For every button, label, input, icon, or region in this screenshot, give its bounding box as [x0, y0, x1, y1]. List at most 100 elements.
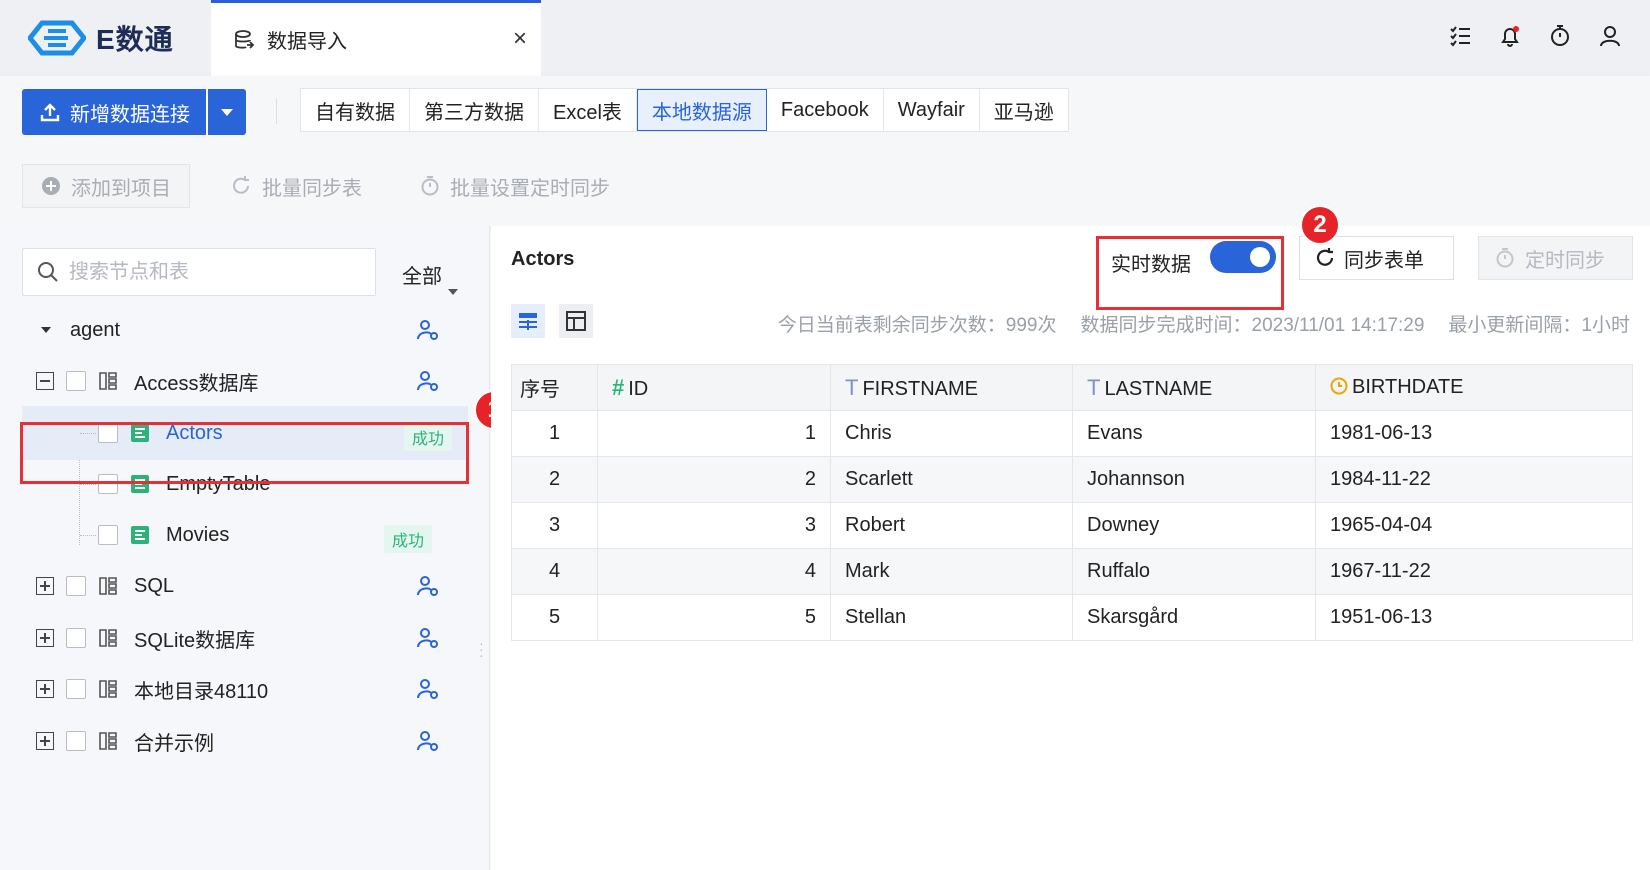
number-type-icon: #	[612, 374, 625, 400]
table-cell[interactable]: 4	[511, 548, 598, 595]
table-row[interactable]: 5 5 Stellan Skarsgård 1951-06-13	[511, 594, 1633, 641]
column-header-index[interactable]: 序号	[511, 364, 598, 411]
tree-node-sql[interactable]: SQL	[0, 559, 470, 613]
data-table: 序号 # ID T FIRSTNAME T LASTNAME BIRTHDATE 11…	[511, 364, 1633, 641]
table-row[interactable]: 3 3 Robert Downey 1965-04-04	[511, 502, 1633, 549]
table-cell[interactable]: Stellan	[830, 594, 1073, 641]
column-header-firstname[interactable]: T FIRSTNAME	[830, 364, 1073, 411]
checkbox[interactable]	[66, 679, 86, 699]
table-cell[interactable]: 1984-11-22	[1315, 456, 1633, 503]
table-cell[interactable]: Downey	[1072, 502, 1316, 549]
table-cell[interactable]: Scarlett	[830, 456, 1073, 503]
expand-icon[interactable]	[36, 732, 54, 750]
expand-icon[interactable]	[36, 680, 54, 698]
resize-handle[interactable]: · · ·	[479, 636, 484, 662]
add-connection-dropdown[interactable]	[208, 89, 246, 135]
table-cell[interactable]: Skarsgård	[1072, 594, 1316, 641]
table-cell[interactable]: 3	[511, 502, 598, 549]
table-cell[interactable]: Ruffalo	[1072, 548, 1316, 595]
user-icon[interactable]	[1598, 24, 1622, 48]
app-logo[interactable]: E数通	[28, 18, 174, 58]
table-cell[interactable]: Robert	[830, 502, 1073, 549]
tree-node-access[interactable]: Access数据库	[0, 354, 470, 408]
table-cell[interactable]: 3	[597, 502, 831, 549]
tree-node-sqlite[interactable]: SQLite数据库	[0, 611, 470, 665]
user-settings-icon[interactable]	[416, 574, 440, 598]
table-cell[interactable]: 1967-11-22	[1315, 548, 1633, 595]
checkbox[interactable]	[98, 525, 118, 545]
expand-icon[interactable]	[36, 629, 54, 647]
source-tab[interactable]: Wayfair	[884, 89, 980, 131]
add-to-project-button[interactable]: 添加到项目	[22, 164, 190, 208]
table-cell[interactable]: 1951-06-13	[1315, 594, 1633, 641]
tree-node-movies[interactable]: Movies 成功	[0, 508, 470, 562]
batch-schedule-button[interactable]: 批量设置定时同步	[420, 164, 610, 208]
search-box[interactable]	[22, 248, 376, 296]
sync-meta: 今日当前表剩余同步次数：999次 数据同步完成时间：2023/11/01 14:…	[778, 310, 1630, 337]
timer-icon[interactable]	[1548, 24, 1572, 48]
view-table-button[interactable]	[559, 304, 593, 338]
table-cell[interactable]: 2	[597, 456, 831, 503]
upload-icon	[40, 103, 60, 122]
user-settings-icon[interactable]	[416, 677, 440, 701]
add-to-project-label: 添加到项目	[71, 177, 171, 200]
table-row[interactable]: 2 2 Scarlett Johannson 1984-11-22	[511, 456, 1633, 503]
expand-icon[interactable]	[36, 577, 54, 595]
task-list-icon[interactable]	[1448, 24, 1472, 48]
tree-root-agent[interactable]: agent	[0, 303, 470, 357]
filter-dropdown[interactable]: 全部	[402, 260, 458, 295]
table-cell[interactable]: 1981-06-13	[1315, 410, 1633, 457]
view-form-button[interactable]	[511, 304, 545, 338]
tab-data-import[interactable]: 数据导入 ×	[211, 0, 541, 76]
annotation-box-2	[1096, 236, 1284, 310]
refresh-icon	[233, 176, 249, 194]
source-tab[interactable]: 本地数据源	[636, 89, 767, 131]
table-row[interactable]: 1 1 Chris Evans 1981-06-13	[511, 410, 1633, 457]
checkbox[interactable]	[66, 628, 86, 648]
add-connection-main[interactable]: 新增数据连接	[22, 89, 208, 135]
table-row[interactable]: 4 4 Mark Ruffalo 1967-11-22	[511, 548, 1633, 595]
checkbox[interactable]	[66, 576, 86, 596]
source-tab[interactable]: 第三方数据	[410, 89, 539, 131]
tree-node-merge-example[interactable]: 合并示例	[0, 714, 470, 768]
table-cell[interactable]: 5	[511, 594, 598, 641]
checkbox[interactable]	[66, 371, 86, 391]
source-tab[interactable]: Excel表	[539, 89, 637, 131]
batch-sync-button[interactable]: 批量同步表	[230, 164, 362, 208]
table-cell[interactable]: Evans	[1072, 410, 1316, 457]
add-connection-button[interactable]: 新增数据连接	[22, 89, 246, 135]
source-tab[interactable]: 自有数据	[301, 89, 410, 131]
column-header-birthdate[interactable]: BIRTHDATE	[1315, 364, 1633, 411]
database-icon	[99, 732, 117, 750]
bell-icon[interactable]	[1498, 24, 1522, 48]
table-cell[interactable]: Johannson	[1072, 456, 1316, 503]
checkbox[interactable]	[66, 731, 86, 751]
table-cell[interactable]: 1965-04-04	[1315, 502, 1633, 549]
user-settings-icon[interactable]	[416, 318, 440, 342]
collapse-icon[interactable]	[36, 372, 54, 390]
database-icon	[99, 577, 117, 595]
table-cell[interactable]: 1	[511, 410, 598, 457]
table-cell[interactable]: Chris	[830, 410, 1073, 457]
form-view-icon	[519, 313, 537, 330]
close-icon[interactable]: ×	[513, 25, 527, 53]
user-settings-icon[interactable]	[416, 729, 440, 753]
tree-node-local-dir[interactable]: 本地目录48110	[0, 662, 470, 716]
scheduled-sync-button[interactable]: 定时同步	[1478, 236, 1633, 280]
table-cell[interactable]: 4	[597, 548, 831, 595]
table-cell[interactable]: Mark	[830, 548, 1073, 595]
table-header-row: 序号 # ID T FIRSTNAME T LASTNAME BIRTHDATE	[511, 364, 1633, 411]
table-cell[interactable]: 1	[597, 410, 831, 457]
search-input[interactable]	[69, 260, 359, 284]
top-icons	[1448, 24, 1622, 48]
user-settings-icon[interactable]	[416, 369, 440, 393]
logo-text: E数通	[96, 24, 174, 55]
column-header-lastname[interactable]: T LASTNAME	[1072, 364, 1316, 411]
table-cell[interactable]: 2	[511, 456, 598, 503]
source-tab[interactable]: 亚马逊	[980, 89, 1068, 131]
user-settings-icon[interactable]	[416, 626, 440, 650]
timer-icon	[421, 176, 439, 196]
table-cell[interactable]: 5	[597, 594, 831, 641]
column-header-id[interactable]: # ID	[597, 364, 831, 411]
source-tab[interactable]: Facebook	[767, 89, 884, 131]
